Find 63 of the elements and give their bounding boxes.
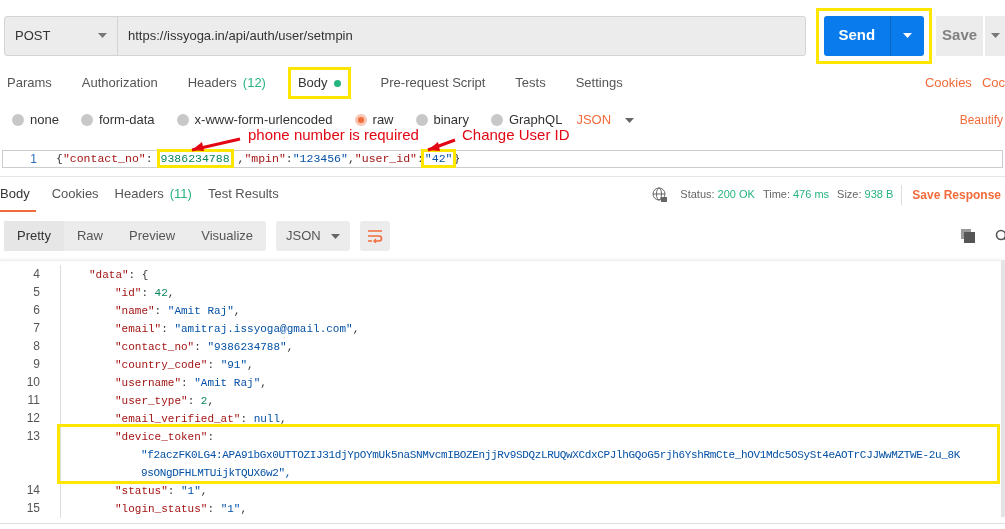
meta-value: 938 B xyxy=(864,187,894,203)
line-number: 10 xyxy=(25,374,40,391)
response-tab[interactable]: Body xyxy=(0,177,36,212)
line-number: 14 xyxy=(25,482,40,499)
body-type-radio[interactable]: form-data xyxy=(80,110,155,130)
caret-icon xyxy=(98,33,107,38)
code-line: "login_status": "1", xyxy=(115,502,248,515)
body-type-radio[interactable]: none xyxy=(12,110,59,130)
response-tab[interactable]: Cookies xyxy=(51,177,99,212)
response-tab[interactable]: Test Results xyxy=(207,177,279,212)
view-mode-tab[interactable]: Preview xyxy=(116,221,189,251)
caret-icon xyxy=(902,33,912,38)
view-mode-tab[interactable]: Pretty xyxy=(4,221,64,251)
line-number: 9 xyxy=(32,356,40,373)
code-line: "status": "1", xyxy=(115,484,208,497)
response-tab[interactable]: Headers (11) xyxy=(114,177,192,212)
request-tab[interactable]: Headers (12) xyxy=(187,73,266,93)
caret-icon xyxy=(990,33,1000,38)
code-line: "username": "Amit Raj", xyxy=(115,376,267,389)
view-mode-tab[interactable]: Raw xyxy=(63,221,116,251)
request-tab[interactable]: Tests xyxy=(515,73,546,93)
line-number: 15 xyxy=(25,500,40,517)
line-number: 1 xyxy=(29,151,38,168)
line-number: 8 xyxy=(32,338,40,355)
line-number: 13 xyxy=(25,428,40,445)
line-number: 7 xyxy=(32,320,40,337)
search-icon[interactable] xyxy=(995,229,1005,243)
line-number: 11 xyxy=(26,392,40,409)
meta-label: Time: xyxy=(762,187,790,203)
code-line: 9sONgDFHLMTUijkTQUX6w2", xyxy=(141,466,292,479)
format-select[interactable]: JSON xyxy=(276,221,351,251)
code-line: "email_verified_at": null, xyxy=(115,412,287,425)
request-tab[interactable]: Body xyxy=(287,67,351,99)
code-line: "id": 42, xyxy=(115,286,175,299)
request-bar: POST https://issyoga.in/api/auth/user/setmpin xyxy=(4,15,806,56)
code-line: "user_type": 2, xyxy=(115,394,215,407)
meta-value: 476 ms xyxy=(793,187,830,203)
meta-value: 200 OK xyxy=(717,187,755,203)
method-select[interactable]: POST xyxy=(5,16,118,55)
request-tab[interactable]: Params xyxy=(7,73,52,93)
caret-icon xyxy=(331,233,341,239)
copy-icon[interactable] xyxy=(961,229,975,243)
request-tab[interactable]: Pre-request Script xyxy=(380,73,486,93)
view-mode-tab[interactable]: Visualize xyxy=(188,221,267,251)
save-options-button[interactable] xyxy=(985,15,1005,56)
line-number: 4 xyxy=(32,266,40,283)
code-line: "data": { xyxy=(89,268,149,281)
line-number: 5 xyxy=(32,284,40,301)
request-tab[interactable]: Authorization xyxy=(81,73,158,93)
code-line: "device_token": xyxy=(115,430,215,443)
line-number: 6 xyxy=(32,302,40,319)
meta-label: Status: xyxy=(680,187,715,203)
globe-icon xyxy=(652,186,669,203)
code-line: "contact_no": "9386234788", xyxy=(115,340,294,353)
code-line: "email": "amitraj.issyoga@gmail.com", xyxy=(115,322,360,335)
wrap-icon xyxy=(367,229,384,243)
meta-label: Size: xyxy=(837,187,862,203)
code-line: "country_code": "91", xyxy=(115,358,254,371)
code-line: "f2aczFK0LG4:APA91bGx0UTTOZIJ31djYpOYmUk5naSNMvcmIBOZEnjjRv9SDQzLRUQwXCdxCPJlhGQoG5rjh6YshRmCte_hOV1Mdc5OSySt4eAOTrCJJWwMZTWE-2u_8K xyxy=(141,448,960,461)
line-number: 12 xyxy=(25,410,40,427)
request-tab[interactable]: Settings xyxy=(575,73,623,93)
code-line: "name": "Amit Raj", xyxy=(115,304,241,317)
caret-icon xyxy=(625,117,635,123)
